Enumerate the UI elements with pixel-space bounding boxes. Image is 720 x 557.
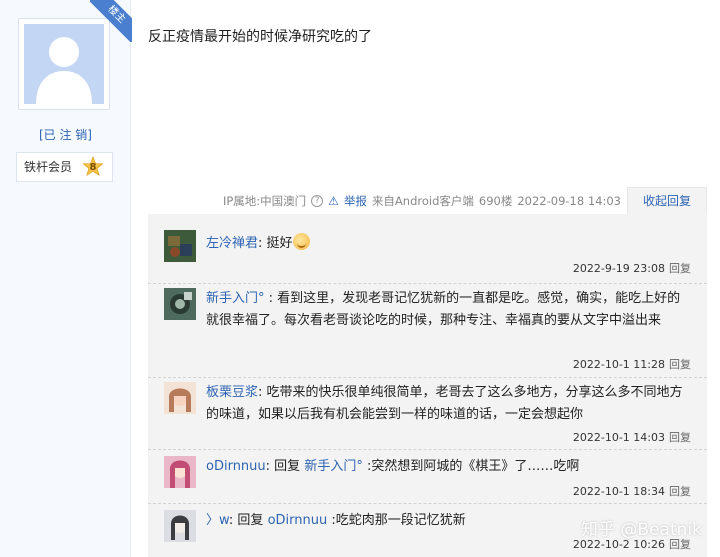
post-content: 反正疫情最开始的时候净研究吃的了 — [148, 29, 372, 45]
reply-username[interactable]: oDirnnuu — [206, 459, 266, 474]
reply-message: 看到这里，发现老哥记忆犹新的一直都是吃。感觉，确实，能吃上好的就很幸福了。每次看… — [206, 291, 681, 328]
member-label: 铁杆会员 — [24, 160, 73, 174]
reply-avatar[interactable] — [164, 510, 196, 542]
reply-target-user[interactable]: oDirnnuu — [268, 513, 328, 528]
reply-button[interactable]: 回复 — [669, 262, 691, 275]
watermark: 知乎 @Beatnik — [581, 520, 702, 540]
reply-item: 左冷禅君: 挺好 2022-9-19 23:08 回复 — [148, 214, 707, 284]
warning-icon: ⚠ — [328, 194, 339, 208]
reply-button[interactable]: 回复 — [669, 431, 691, 444]
reply-item: 板栗豆浆: 吃带来的快乐很单纯很简单，老哥去了这么多地方，分享这么多不同地方的味… — [148, 378, 707, 450]
reply-username[interactable]: 左冷禅君 — [206, 236, 258, 251]
post-meta: IP属地:中国澳门 ? ⚠ 举报 来自Android客户端 690楼 2022-… — [148, 188, 627, 214]
reply-item: oDirnnuu: 回复 新手入门° :突然想到阿城的《棋王》了……吃啊 202… — [148, 450, 707, 504]
client-source: 来自Android客户端 — [371, 194, 474, 208]
member-badge[interactable]: 铁杆会员 8 — [16, 152, 113, 182]
post-datetime: 2022-09-18 14:03 — [517, 194, 621, 208]
reply-list: 左冷禅君: 挺好 2022-9-19 23:08 回复 新手入门° : 看到这里，… — [148, 214, 707, 557]
floor-number: 690楼 — [478, 194, 513, 208]
reply-message: 吃带来的快乐很单纯很简单，老哥去了这么多地方，分享这么多不同地方的味道，如果以后… — [206, 385, 683, 422]
reply-button[interactable]: 回复 — [669, 485, 691, 498]
reply-item: 新手入门° : 看到这里，发现老哥记忆犹新的一直都是吃。感觉，确实，能吃上好的就… — [148, 284, 707, 378]
reply-text: 新手入门° : 看到这里，发现老哥记忆犹新的一直都是吃。感觉，确实，能吃上好的就… — [206, 291, 681, 328]
report-link[interactable]: 举报 — [344, 193, 367, 209]
reply-message: 挺好 — [266, 236, 293, 251]
reply-username[interactable]: 板栗豆浆 — [206, 385, 258, 400]
author-sidebar: [已 注 销] 铁杆会员 8 — [0, 0, 131, 557]
reply-meta: 2022-10-1 11:28 回复 — [573, 356, 691, 372]
reply-button[interactable]: 回复 — [669, 358, 691, 371]
reply-meta: 2022-10-1 18:34 回复 — [573, 483, 691, 499]
ip-location: IP属地:中国澳门 — [222, 194, 307, 208]
reply-target-user[interactable]: 新手入门° — [304, 459, 363, 474]
level-number: 8 — [89, 162, 97, 173]
reply-meta: 2022-10-1 14:03 回复 — [573, 429, 691, 445]
level-star-icon: 8 — [82, 155, 104, 178]
collapse-replies-button[interactable]: 收起回复 — [627, 187, 707, 215]
op-badge: 楼主 — [90, 0, 132, 42]
reply-avatar[interactable] — [164, 288, 196, 320]
reply-time: 2022-10-1 14:03 — [572, 431, 665, 444]
reply-avatar[interactable] — [164, 456, 196, 488]
signout-link[interactable]: [已 注 销] — [0, 126, 131, 143]
reply-time: 2022-10-1 18:34 — [572, 485, 665, 498]
op-corner: 楼主 — [90, 0, 132, 42]
reply-message: :吃蛇肉那一段记忆犹新 — [327, 513, 466, 528]
reply-avatar[interactable] — [164, 382, 196, 414]
reply-username[interactable]: 新手入门° — [206, 291, 265, 306]
reply-text: 左冷禅君: 挺好 — [206, 233, 691, 255]
reply-meta: 2022-9-19 23:08 回复 — [573, 260, 691, 276]
reply-username[interactable]: 〉w — [206, 513, 229, 528]
help-icon[interactable]: ? — [311, 195, 324, 207]
reply-avatar[interactable] — [164, 230, 196, 262]
smile-emoji-icon — [292, 233, 310, 250]
reply-text: oDirnnuu: 回复 新手入门° :突然想到阿城的《棋王》了……吃啊 — [206, 459, 580, 474]
reply-time: 2022-10-1 11:28 — [572, 358, 665, 371]
reply-text: 板栗豆浆: 吃带来的快乐很单纯很简单，老哥去了这么多地方，分享这么多不同地方的味… — [206, 385, 683, 422]
reply-time: 2022-9-19 23:08 — [572, 262, 665, 275]
reply-message: :突然想到阿城的《棋王》了……吃啊 — [362, 459, 580, 474]
